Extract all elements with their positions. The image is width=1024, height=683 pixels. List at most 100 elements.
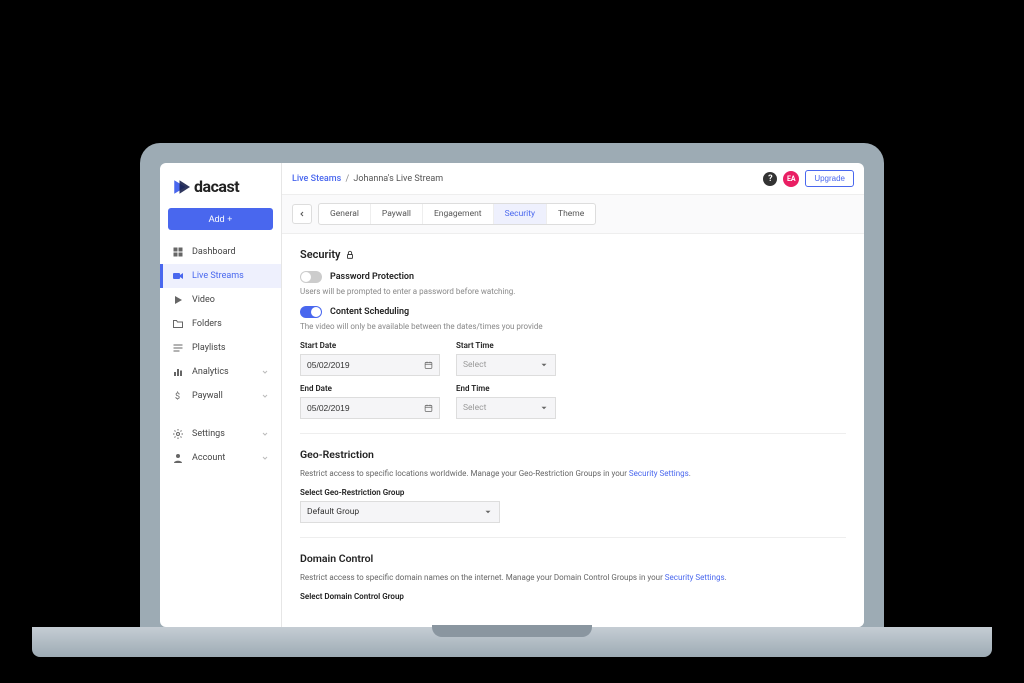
domain-control-desc: Restrict access to specific domain names… — [300, 573, 846, 582]
end-date-label: End Date — [300, 384, 440, 393]
security-settings-link[interactable]: Security Settings — [629, 469, 689, 478]
desc-text: Restrict access to specific locations wo… — [300, 469, 629, 478]
content-scheduling-helper: The video will only be available between… — [300, 322, 846, 331]
end-time-label: End Time — [456, 384, 556, 393]
security-settings-link[interactable]: Security Settings — [665, 573, 725, 582]
end-date-input[interactable] — [307, 403, 418, 413]
chevron-down-icon — [261, 368, 269, 376]
sidebar-item-live-streams[interactable]: Live Streams — [160, 264, 281, 288]
chevron-down-icon — [539, 360, 549, 370]
list-icon — [172, 342, 184, 354]
calendar-icon — [424, 360, 433, 370]
select-value: Default Group — [307, 507, 359, 517]
toggle-label: Password Protection — [330, 272, 414, 282]
tab-engagement[interactable]: Engagement — [423, 204, 494, 224]
chevron-down-icon — [261, 430, 269, 438]
start-date-label: Start Date — [300, 341, 440, 350]
end-time-select[interactable]: Select — [456, 397, 556, 419]
date-grid: Start Date Start Time Select — [300, 341, 846, 419]
password-protection-helper: Users will be prompted to enter a passwo… — [300, 287, 846, 296]
content: Security Password Protection Users will … — [282, 234, 864, 627]
sidebar-item-video[interactable]: Video — [160, 288, 281, 312]
sidebar-item-label: Video — [192, 295, 215, 305]
toggle-password-protection: Password Protection — [300, 271, 846, 283]
back-button[interactable] — [292, 204, 312, 224]
select-placeholder: Select — [463, 403, 486, 413]
play-icon — [172, 294, 184, 306]
dashboard-icon — [172, 246, 184, 258]
password-protection-toggle[interactable] — [300, 271, 322, 283]
section-title-security: Security — [300, 248, 846, 261]
geo-restriction-select[interactable]: Default Group — [300, 501, 500, 523]
breadcrumb-separator: / — [345, 174, 349, 184]
gear-icon — [172, 428, 184, 440]
start-time-label: Start Time — [456, 341, 556, 350]
calendar-icon — [424, 403, 433, 413]
sidebar-item-account[interactable]: Account — [160, 446, 281, 470]
sidebar-item-dashboard[interactable]: Dashboard — [160, 240, 281, 264]
tab-security[interactable]: Security — [494, 204, 547, 224]
app-screen: dacast Add + Dashboard Live Streams Vide… — [160, 163, 864, 627]
toggle-label: Content Scheduling — [330, 307, 409, 317]
tab-general[interactable]: General — [319, 204, 371, 224]
laptop-base — [32, 627, 992, 657]
add-button[interactable]: Add + — [168, 208, 273, 230]
start-date-input-wrap[interactable] — [300, 354, 440, 376]
avatar[interactable]: EA — [783, 171, 799, 187]
domain-control-title: Domain Control — [300, 552, 846, 565]
tabs-bar: General Paywall Engagement Security Them… — [282, 195, 864, 234]
divider — [300, 537, 846, 538]
breadcrumb: Live Steams / Johanna's Live Stream — [292, 174, 443, 184]
breadcrumb-current: Johanna's Live Stream — [353, 174, 443, 184]
tabs: General Paywall Engagement Security Them… — [318, 203, 596, 225]
folder-icon — [172, 318, 184, 330]
sidebar-item-analytics[interactable]: Analytics — [160, 360, 281, 384]
tab-theme[interactable]: Theme — [547, 204, 595, 224]
sidebar-item-label: Dashboard — [192, 247, 236, 257]
topbar: Live Steams / Johanna's Live Stream ? EA… — [282, 163, 864, 195]
geo-restriction-desc: Restrict access to specific locations wo… — [300, 469, 846, 478]
toggle-content-scheduling: Content Scheduling — [300, 306, 846, 318]
logo-text: dacast — [194, 177, 239, 196]
sidebar-item-label: Paywall — [192, 391, 223, 401]
sidebar-item-label: Live Streams — [192, 271, 244, 281]
camera-icon — [172, 270, 184, 282]
chevron-down-icon — [261, 392, 269, 400]
divider — [300, 433, 846, 434]
chevron-down-icon — [539, 403, 549, 413]
desc-text: Restrict access to specific domain names… — [300, 573, 665, 582]
section-title-text: Security — [300, 248, 340, 261]
geo-restriction-title: Geo-Restriction — [300, 448, 846, 461]
sidebar-item-paywall[interactable]: $ Paywall — [160, 384, 281, 408]
sidebar-item-label: Folders — [192, 319, 222, 329]
chevron-left-icon — [298, 210, 306, 218]
start-date-input[interactable] — [307, 360, 418, 370]
sidebar: dacast Add + Dashboard Live Streams Vide… — [160, 163, 282, 627]
domain-select-label: Select Domain Control Group — [300, 592, 846, 601]
sidebar-item-settings[interactable]: Settings — [160, 422, 281, 446]
breadcrumb-link[interactable]: Live Steams — [292, 174, 341, 184]
laptop-frame: dacast Add + Dashboard Live Streams Vide… — [140, 143, 884, 627]
lock-icon — [345, 250, 355, 260]
main-area: Live Steams / Johanna's Live Stream ? EA… — [282, 163, 864, 627]
chevron-down-icon — [483, 507, 493, 517]
analytics-icon — [172, 366, 184, 378]
end-date-input-wrap[interactable] — [300, 397, 440, 419]
help-icon[interactable]: ? — [763, 172, 777, 186]
upgrade-button[interactable]: Upgrade — [805, 170, 854, 187]
dollar-icon: $ — [172, 390, 184, 402]
laptop-notch — [432, 625, 592, 637]
logo-mark-icon — [172, 178, 190, 196]
select-placeholder: Select — [463, 360, 486, 370]
svg-text:$: $ — [175, 391, 180, 402]
sidebar-item-folders[interactable]: Folders — [160, 312, 281, 336]
sidebar-item-label: Playlists — [192, 343, 226, 353]
tab-paywall[interactable]: Paywall — [371, 204, 423, 224]
sidebar-item-playlists[interactable]: Playlists — [160, 336, 281, 360]
start-time-select[interactable]: Select — [456, 354, 556, 376]
geo-select-label: Select Geo-Restriction Group — [300, 488, 846, 497]
sidebar-item-label: Settings — [192, 429, 225, 439]
content-scheduling-toggle[interactable] — [300, 306, 322, 318]
chevron-down-icon — [261, 454, 269, 462]
sidebar-item-label: Analytics — [192, 367, 229, 377]
